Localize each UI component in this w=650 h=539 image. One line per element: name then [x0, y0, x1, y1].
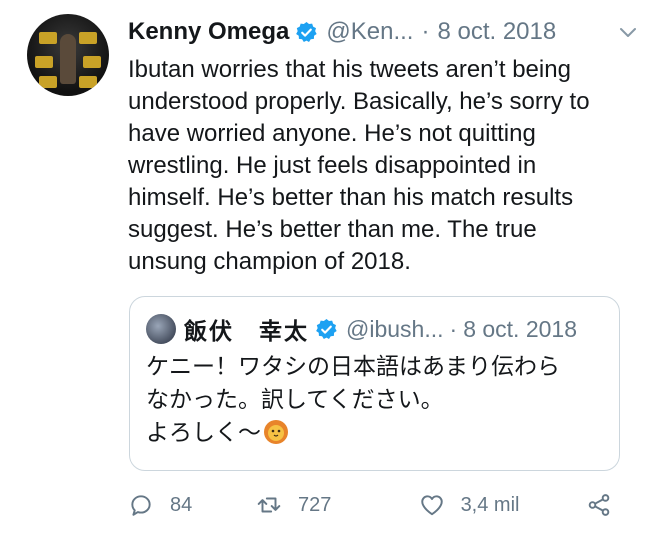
verified-badge-icon: [316, 318, 337, 339]
like-button[interactable]: 3,4 mil: [419, 492, 586, 518]
quoted-tweet-card[interactable]: 飯伏 幸太 @ibush... · 8 oct. 2018 ケニー！ワタシの日本…: [129, 296, 620, 471]
separator-dot: ·: [421, 18, 430, 45]
avatar-decoration: [79, 32, 97, 44]
quoted-author-handle: @ibush...: [346, 315, 444, 342]
tweet-header: Kenny Omega @Ken... · 8 oct. 2018: [128, 14, 630, 50]
avatar-decoration: [35, 56, 53, 68]
like-count: 3,4 mil: [460, 493, 520, 516]
share-icon: [588, 494, 610, 516]
quoted-tweet-text-content: ケニー！ワタシの日本語はあまり伝わら なかった。訳してください。 よろしく〜: [146, 354, 560, 446]
retweet-icon: [257, 497, 281, 513]
quoted-tweet-header: 飯伏 幸太 @ibush... · 8 oct. 2018: [146, 313, 577, 345]
heart-icon: [420, 495, 443, 516]
avatar-decoration: [39, 32, 57, 44]
tweet-text: Ibutan worries that his tweets aren’t be…: [128, 56, 590, 275]
lion-face-emoji-icon: [264, 420, 288, 444]
quoted-tweet-date: 8 oct. 2018: [463, 315, 577, 342]
author-name[interactable]: Kenny Omega: [128, 18, 289, 46]
avatar-decoration: [79, 76, 97, 88]
retweet-count: 727: [298, 493, 332, 516]
quoted-tweet-text: ケニー！ワタシの日本語はあまり伝わら なかった。訳してください。 よろしく〜: [146, 351, 606, 450]
tweet-actions: 84 727 3,4 mil: [128, 488, 628, 522]
quoted-author-name: 飯伏 幸太: [184, 318, 309, 344]
avatar-figure: [60, 34, 76, 84]
reply-count: 84: [170, 493, 193, 516]
reply-button[interactable]: 84: [128, 492, 256, 518]
reply-icon: [131, 495, 151, 516]
author-avatar[interactable]: [27, 14, 109, 96]
chevron-down-icon[interactable]: [618, 22, 638, 42]
avatar-decoration: [39, 76, 57, 88]
author-handle[interactable]: @Ken...: [326, 18, 413, 46]
avatar-decoration: [83, 56, 101, 68]
share-button[interactable]: [586, 492, 628, 518]
separator-dot: ·: [449, 315, 458, 342]
quoted-author-avatar: [146, 314, 176, 344]
retweet-button[interactable]: 727: [256, 492, 419, 518]
verified-badge-icon: [296, 21, 318, 42]
tweet-date[interactable]: 8 oct. 2018: [437, 18, 556, 46]
